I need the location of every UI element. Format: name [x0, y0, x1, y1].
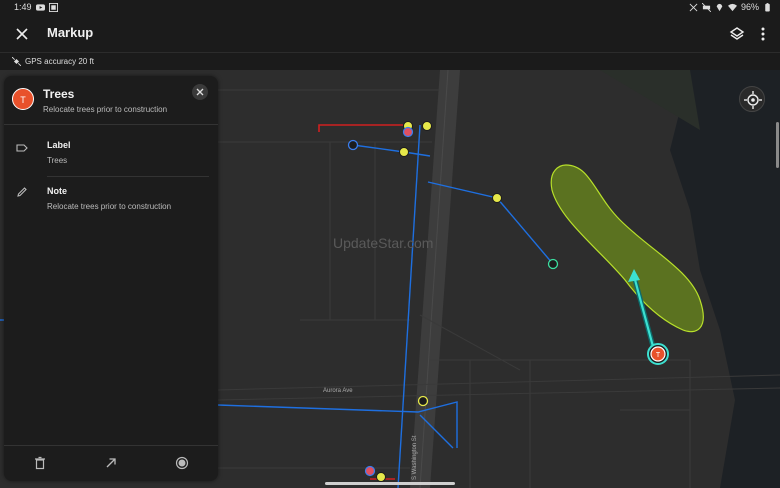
battery-percent: 96% [740, 2, 759, 12]
status-time: 1:49 [14, 2, 32, 12]
note-field-title: Note [47, 186, 67, 196]
more-button[interactable] [755, 24, 771, 44]
note-field-value[interactable]: Relocate trees prior to construction [47, 202, 171, 211]
location-icon [716, 3, 723, 11]
wifi-icon [727, 3, 737, 11]
tag-icon [16, 144, 28, 152]
panel-title: Trees [43, 87, 75, 101]
trees-polygon [550, 164, 704, 333]
label-field-value[interactable]: Trees [47, 156, 67, 165]
crosshair-icon [744, 91, 762, 109]
close-icon [16, 28, 28, 40]
panel-footer [4, 445, 218, 481]
panel-close-button[interactable] [192, 84, 208, 100]
road-label-washington: S Washington St [412, 435, 418, 480]
layers-button[interactable] [727, 24, 747, 44]
more-vert-icon [761, 27, 765, 41]
gallery-icon [48, 2, 58, 12]
gps-bar: GPS accuracy 20 ft [0, 52, 780, 70]
locate-button[interactable] [739, 86, 765, 112]
markup-detail-panel: T Trees Relocate trees prior to construc… [4, 76, 218, 481]
road-label-aurora: Aurora Ave [323, 388, 353, 394]
panel-subtitle: Relocate trees prior to construction [43, 105, 168, 114]
gps-accuracy: GPS accuracy 20 ft [25, 57, 94, 66]
close-icon [196, 88, 204, 96]
youtube-icon [35, 3, 45, 11]
main-road [410, 70, 460, 488]
no-signal-icon [689, 3, 698, 11]
battery-icon [765, 2, 770, 12]
app-title: Markup [47, 25, 94, 40]
app-bar: Markup [0, 16, 780, 52]
divider [47, 176, 209, 177]
mute-icon [701, 2, 711, 12]
record-icon[interactable] [175, 456, 189, 470]
utility-points [347, 121, 559, 482]
pencil-icon [17, 187, 27, 197]
status-bar: 1:49 96% [0, 0, 780, 16]
label-field-title: Label [47, 140, 71, 150]
satellite-icon [12, 57, 21, 66]
delete-icon[interactable] [33, 456, 47, 470]
markup-avatar: T [12, 88, 34, 110]
map-scrollbar[interactable] [776, 122, 779, 168]
close-button[interactable] [12, 24, 32, 44]
home-indicator[interactable] [325, 482, 455, 485]
arrow-icon[interactable] [104, 456, 118, 470]
red-markup-line [318, 124, 403, 132]
layers-icon [729, 27, 745, 40]
svg-text:T: T [656, 352, 661, 359]
watermark: UpdateStar.com [333, 235, 434, 251]
panel-header: T Trees Relocate trees prior to construc… [4, 76, 218, 125]
